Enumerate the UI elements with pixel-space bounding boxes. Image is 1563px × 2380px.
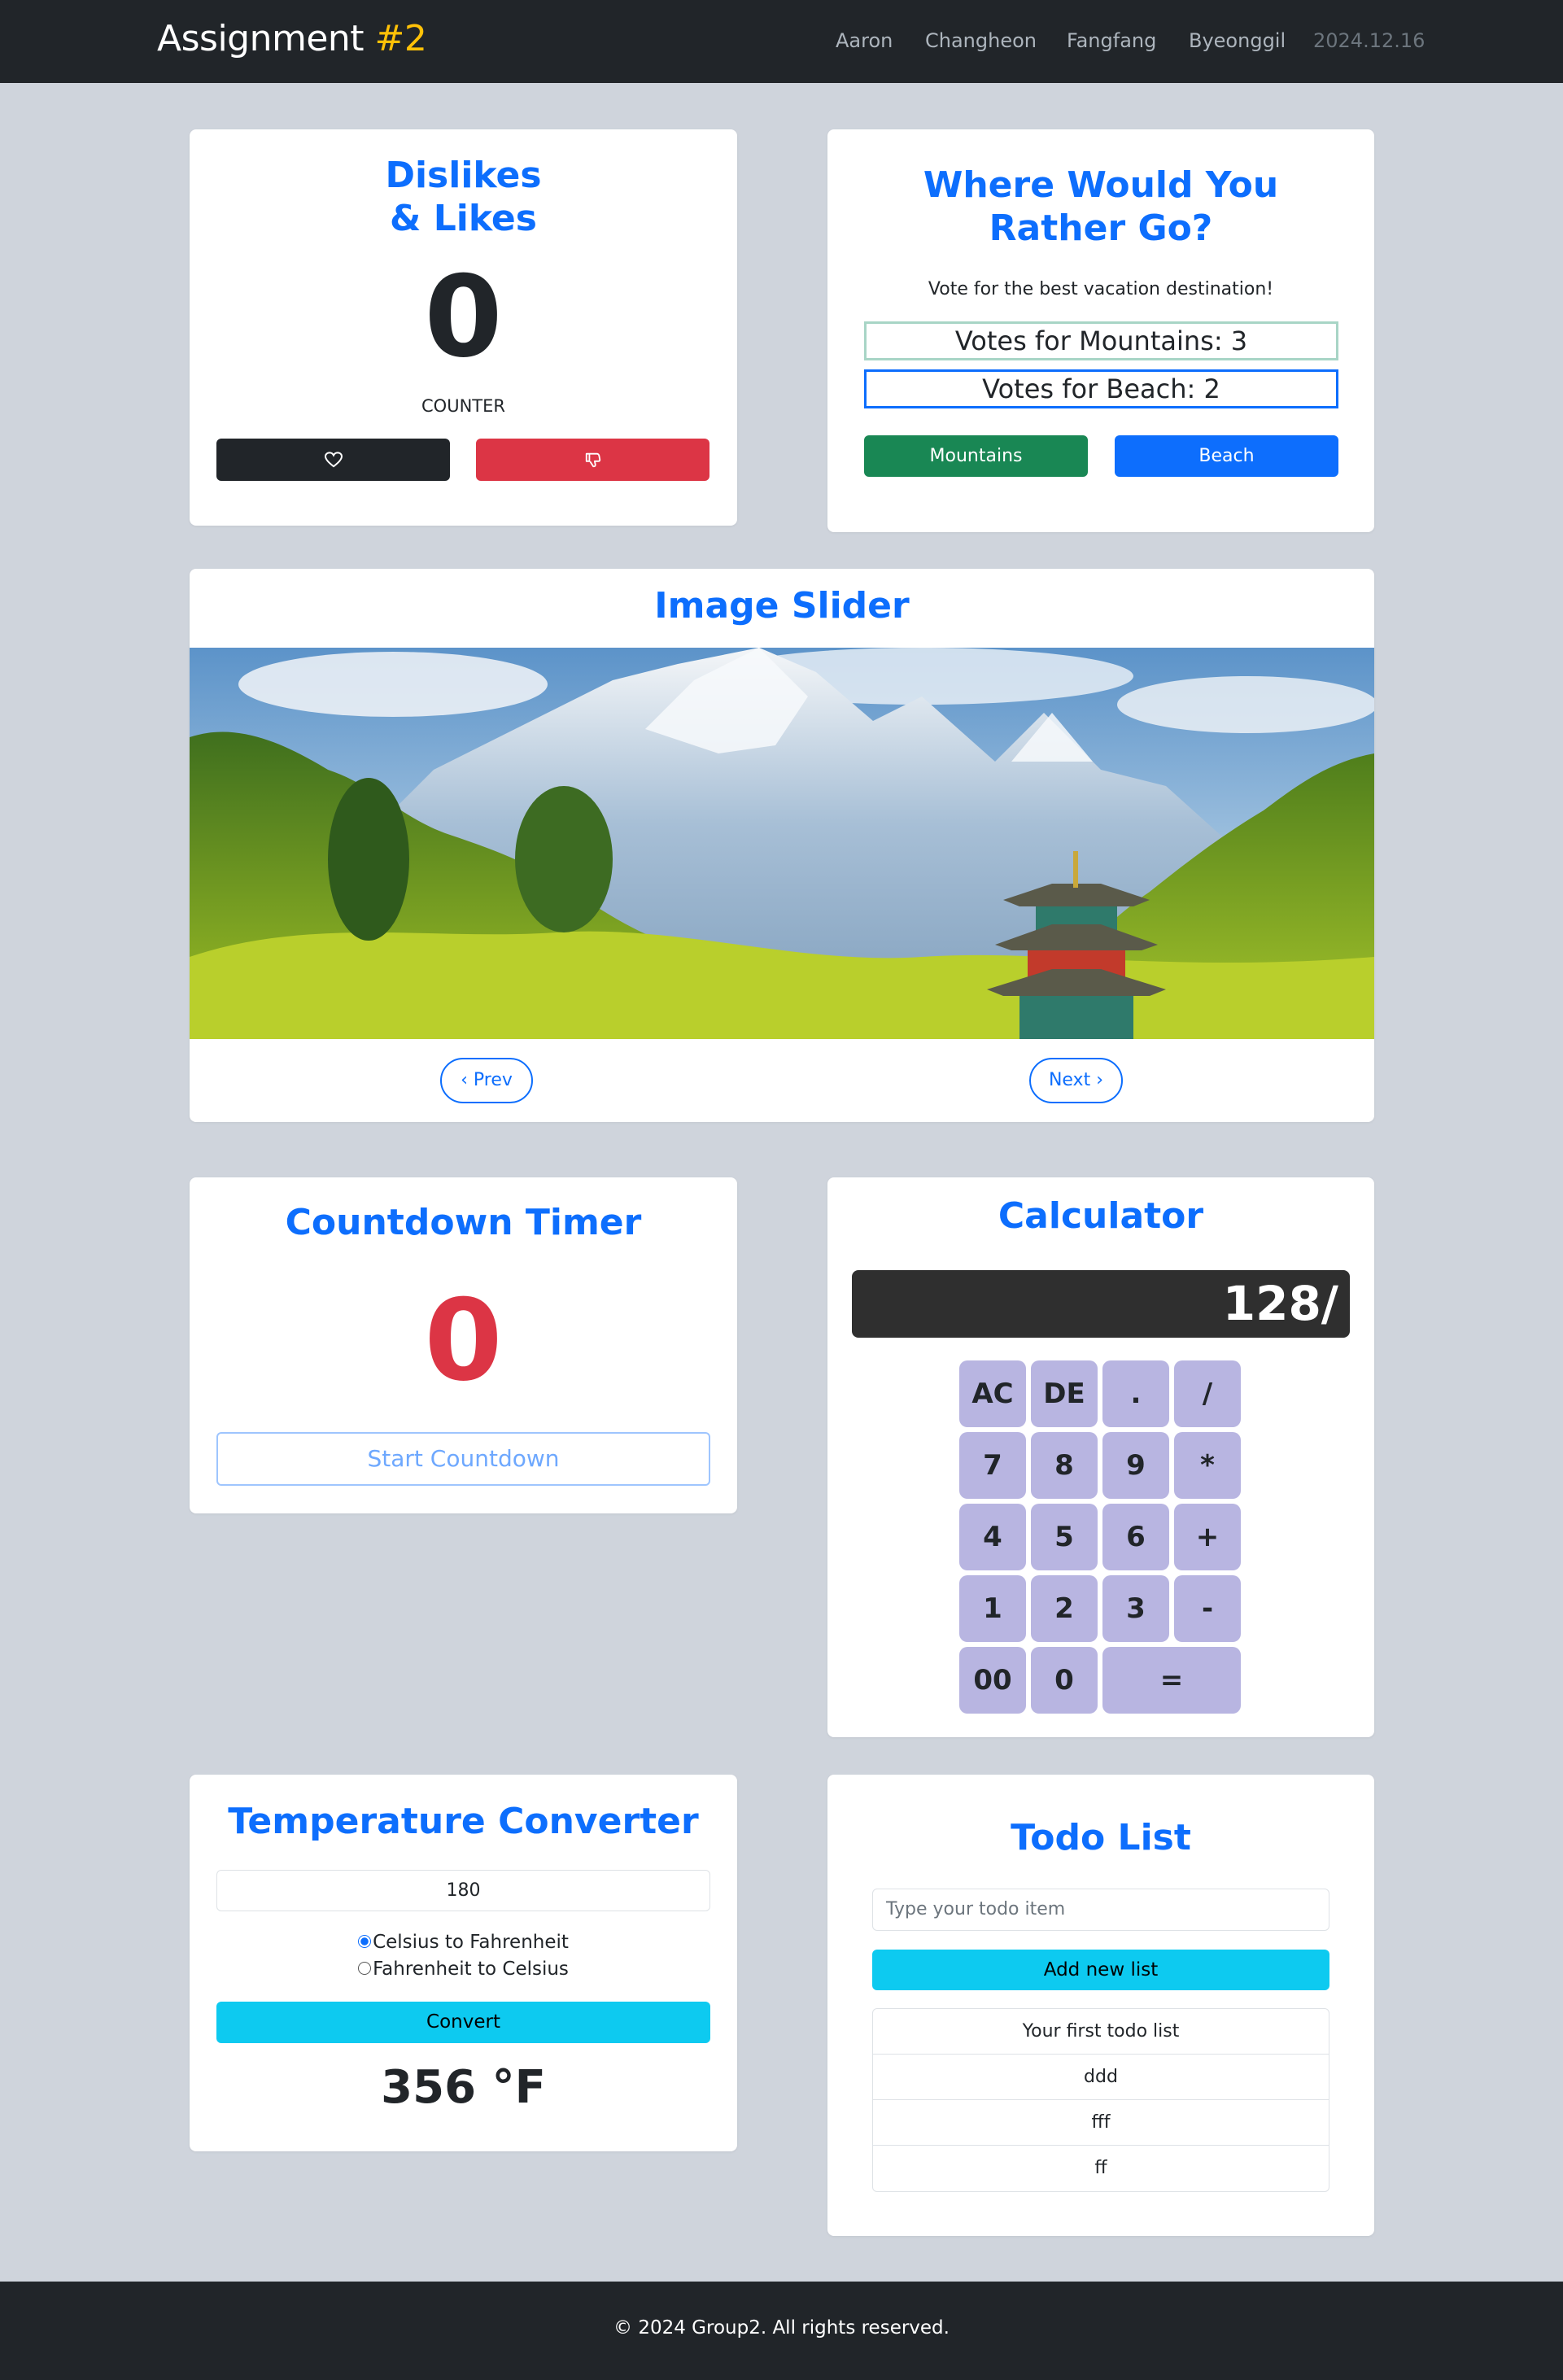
chevron-right-icon: › [1096, 1070, 1104, 1090]
calc-key-8[interactable]: 8 [1031, 1432, 1098, 1499]
countdown-title: Countdown Timer [285, 1202, 642, 1243]
nav-date: 2024.12.16 [1313, 29, 1425, 52]
radio-c-to-f-dot[interactable] [358, 1934, 372, 1948]
todo-input[interactable]: Type your todo item [872, 1889, 1329, 1931]
next-label: Next [1048, 1070, 1091, 1090]
calc-key-1[interactable]: 1 [959, 1575, 1026, 1642]
todo-list: Your first todo list ddd fff ff [872, 2008, 1329, 2192]
nav-link-changheon[interactable]: Changheon [925, 29, 1037, 52]
like-button[interactable] [216, 439, 450, 481]
calculator-card: Calculator 128/ AC DE . / 7 8 9 * 4 5 6 … [827, 1177, 1374, 1737]
temperature-input[interactable]: 180 [216, 1870, 710, 1911]
todo-item[interactable]: fff [873, 2100, 1329, 2146]
mountains-votes: Votes for Mountains: 3 [864, 321, 1338, 360]
calc-key-de[interactable]: DE [1031, 1360, 1098, 1427]
brand[interactable]: Assignment #2 [157, 18, 427, 59]
slide-image [190, 648, 1374, 1039]
radio-f-to-c[interactable]: Fahrenheit to Celsius [190, 1959, 737, 1980]
likes-title-line2: & Likes [390, 198, 537, 239]
calc-key-6[interactable]: 6 [1102, 1504, 1169, 1570]
calculator-title: Calculator [998, 1195, 1204, 1237]
slider-card: Image Slider ‹ Prev Next › [190, 569, 1374, 1122]
calc-key-0[interactable]: 0 [1031, 1647, 1098, 1714]
calc-key-ac[interactable]: AC [959, 1360, 1026, 1427]
radio-f-to-c-dot[interactable] [358, 1961, 372, 1975]
next-button[interactable]: Next › [1029, 1058, 1123, 1103]
calc-key-divide[interactable]: / [1174, 1360, 1241, 1427]
countdown-card: Countdown Timer 0 Start Countdown [190, 1177, 737, 1513]
likes-card: Dislikes & Likes 0 COUNTER [190, 129, 737, 526]
heart-icon [324, 449, 343, 469]
prev-label: Prev [473, 1070, 513, 1090]
todo-item[interactable]: Your first todo list [873, 2009, 1329, 2055]
vote-card: Where Would You Rather Go? Vote for the … [827, 129, 1374, 532]
calc-key-00[interactable]: 00 [959, 1647, 1026, 1714]
calc-key-9[interactable]: 9 [1102, 1432, 1169, 1499]
counter-label: COUNTER [421, 396, 505, 416]
add-todo-button[interactable]: Add new list [872, 1950, 1329, 1990]
nav-link-fangfang[interactable]: Fangfang [1067, 29, 1156, 52]
temperature-result: 356 °F [381, 2061, 546, 2114]
thumbs-down-icon [584, 449, 602, 469]
calc-key-plus[interactable]: + [1174, 1504, 1241, 1570]
temperature-card: Temperature Converter 180 Celsius to Fah… [190, 1775, 737, 2151]
brand-accent: #2 [374, 18, 427, 59]
chevron-left-icon: ‹ [461, 1070, 468, 1090]
vote-title: Where Would You Rather Go? [923, 164, 1279, 249]
vote-description: Vote for the best vacation destination! [928, 279, 1274, 299]
convert-button[interactable]: Convert [216, 2002, 710, 2043]
nav-link-aaron[interactable]: Aaron [836, 29, 893, 52]
nav-link-byeonggil[interactable]: Byeonggil [1189, 29, 1286, 52]
calc-key-3[interactable]: 3 [1102, 1575, 1169, 1642]
calc-key-4[interactable]: 4 [959, 1504, 1026, 1570]
temperature-title: Temperature Converter [228, 1801, 699, 1842]
start-countdown-button[interactable]: Start Countdown [216, 1432, 710, 1486]
calc-key-minus[interactable]: - [1174, 1575, 1241, 1642]
calculator-display: 128/ [852, 1270, 1350, 1338]
todo-card: Todo List Type your todo item Add new li… [827, 1775, 1374, 2236]
calc-key-2[interactable]: 2 [1031, 1575, 1098, 1642]
todo-title: Todo List [1011, 1817, 1191, 1858]
calc-key-equals[interactable]: = [1102, 1647, 1241, 1714]
radio-c-to-f-label: Celsius to Fahrenheit [373, 1932, 569, 1953]
likes-title-line1: Dislikes [385, 155, 542, 196]
footer: © 2024 Group2. All rights reserved. [0, 2282, 1563, 2380]
todo-item[interactable]: ff [873, 2146, 1329, 2191]
radio-c-to-f[interactable]: Celsius to Fahrenheit [190, 1932, 737, 1953]
dislike-button[interactable] [476, 439, 709, 481]
calc-key-5[interactable]: 5 [1031, 1504, 1098, 1570]
slider-title: Image Slider [654, 585, 910, 627]
beach-votes: Votes for Beach: 2 [864, 369, 1338, 408]
footer-text: © 2024 Group2. All rights reserved. [613, 2317, 950, 2339]
vote-beach-button[interactable]: Beach [1115, 435, 1338, 477]
likes-counter: 0 [424, 251, 503, 382]
likes-title: Dislikes & Likes [190, 154, 737, 240]
todo-item[interactable]: ddd [873, 2055, 1329, 2100]
vote-mountains-button[interactable]: Mountains [864, 435, 1088, 477]
calc-key-dot[interactable]: . [1102, 1360, 1169, 1427]
brand-text: Assignment [157, 18, 375, 59]
navbar: Assignment #2 Aaron Changheon Fangfang B… [0, 0, 1563, 83]
calc-key-multiply[interactable]: * [1174, 1432, 1241, 1499]
radio-f-to-c-label: Fahrenheit to Celsius [373, 1959, 569, 1980]
countdown-value: 0 [424, 1275, 503, 1406]
prev-button[interactable]: ‹ Prev [440, 1058, 533, 1103]
calc-key-7[interactable]: 7 [959, 1432, 1026, 1499]
